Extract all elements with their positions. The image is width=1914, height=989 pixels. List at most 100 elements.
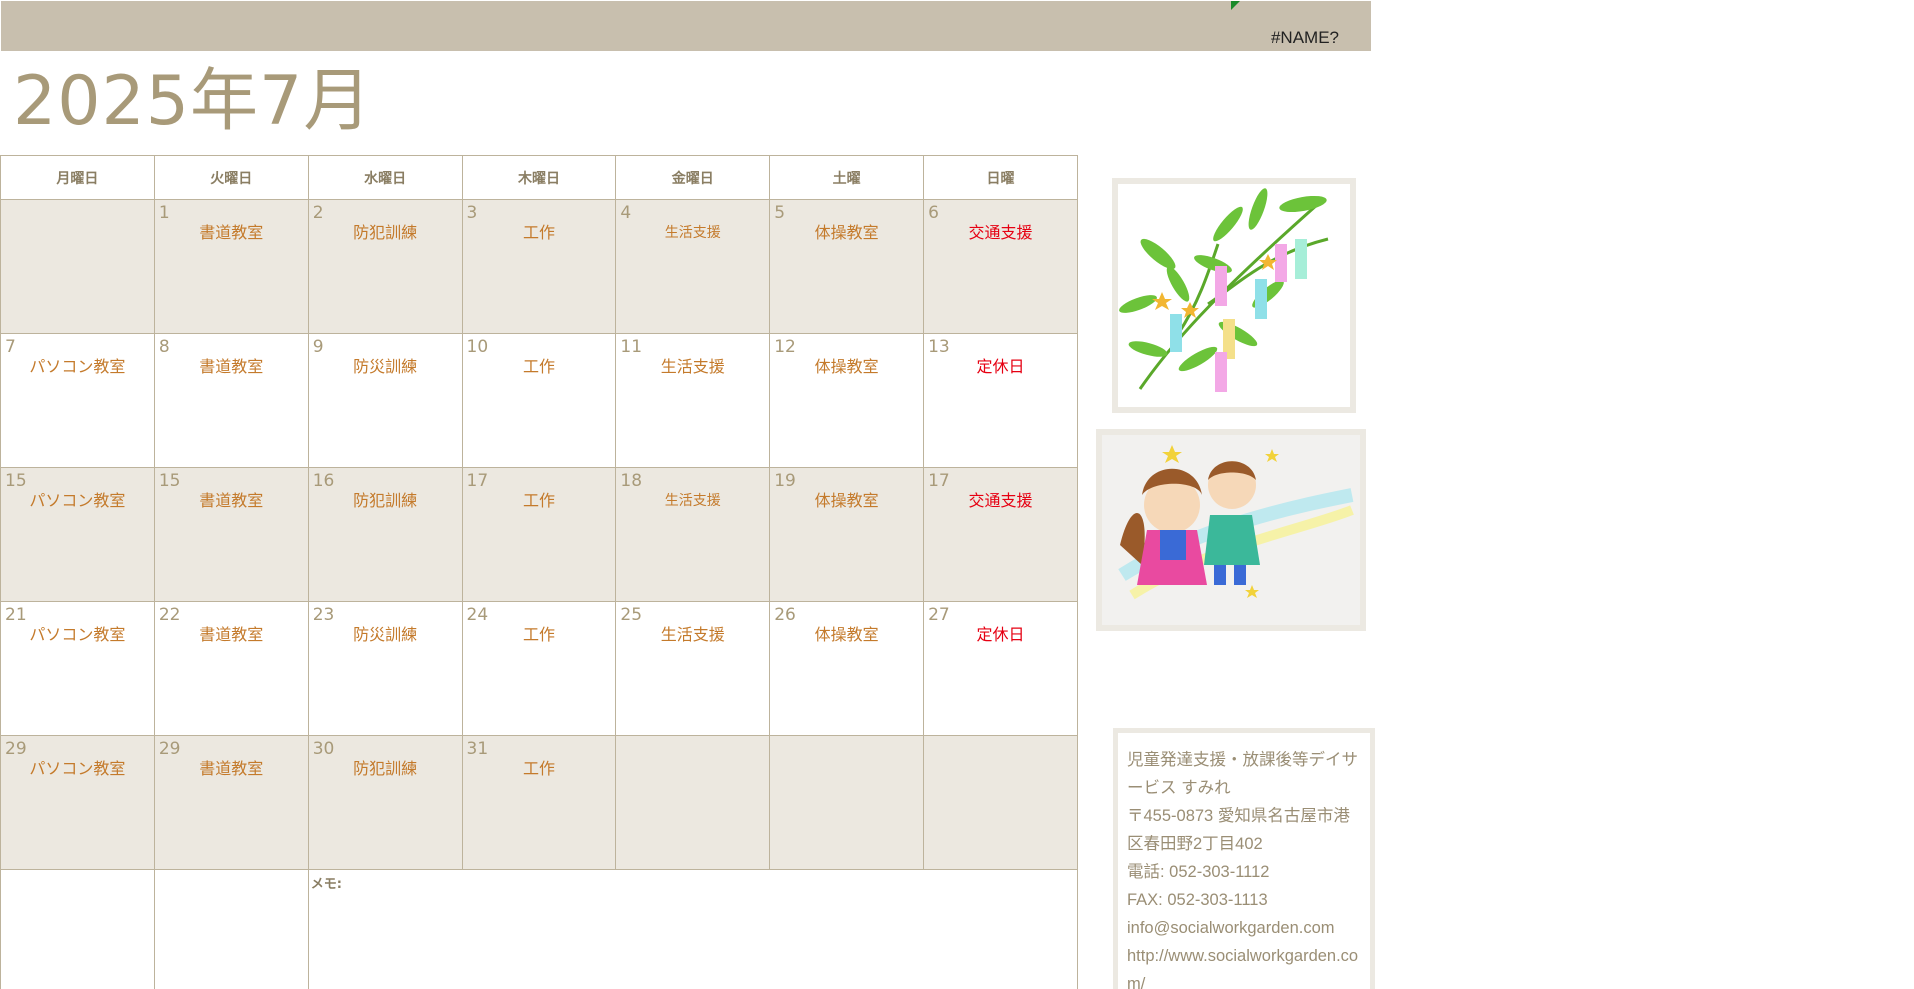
- day-cell[interactable]: 10 工作: [461, 333, 617, 468]
- event-label: 工作: [522, 759, 555, 778]
- facility-url[interactable]: http://www.socialworkgarden.com/: [1127, 942, 1364, 989]
- weekday-thu: 木曜日: [461, 155, 617, 200]
- day-number: 2: [312, 203, 324, 223]
- event-label: 工作: [522, 491, 555, 510]
- facility-email[interactable]: info@socialworkgarden.com: [1127, 914, 1364, 942]
- memo-row: メモ:: [0, 869, 1079, 989]
- day-cell[interactable]: 16 防犯訓練: [307, 467, 463, 602]
- day-cell[interactable]: 13 定休日: [923, 333, 1078, 468]
- day-cell[interactable]: 22 書道教室: [153, 601, 309, 736]
- day-cell[interactable]: 4 生活支援: [615, 199, 771, 334]
- day-cell[interactable]: 25 生活支援: [615, 601, 771, 736]
- blank-cell[interactable]: [153, 869, 309, 989]
- event-label: 生活支援: [660, 625, 725, 644]
- day-cell[interactable]: 9 防災訓練: [307, 333, 463, 468]
- day-number: 29: [5, 739, 27, 759]
- weekday-header-row: 月曜日 火曜日 水曜日 木曜日 金曜日 土曜 日曜: [0, 155, 1078, 200]
- day-cell[interactable]: 3 工作: [461, 199, 617, 334]
- day-cell[interactable]: 17 交通支援: [923, 467, 1078, 602]
- day-number: 7: [5, 337, 16, 357]
- event-label: 防犯訓練: [353, 759, 418, 778]
- event-label: 工作: [522, 625, 555, 644]
- day-cell[interactable]: 12 体操教室: [769, 333, 925, 468]
- weekday-wed: 水曜日: [307, 155, 463, 200]
- day-cell[interactable]: [769, 735, 925, 870]
- day-number: 25: [620, 605, 643, 625]
- day-number: 17: [466, 471, 489, 491]
- day-number: 19: [774, 471, 796, 491]
- event-label: 交通支援: [968, 223, 1033, 242]
- event-label: 定休日: [976, 357, 1025, 376]
- day-cell[interactable]: [0, 199, 155, 334]
- orihime-hikoboshi-image: [1096, 429, 1366, 631]
- day-cell[interactable]: 19 体操教室: [769, 467, 925, 602]
- blank-cell[interactable]: [0, 869, 155, 989]
- day-number: 10: [466, 337, 489, 357]
- day-cell[interactable]: 15 書道教室: [153, 467, 309, 602]
- day-number: [1, 200, 154, 222]
- event-label: 交通支援: [968, 491, 1033, 510]
- calendar-title: 2025年7月: [13, 62, 373, 141]
- week-row-2: 7 パソコン教室 8 書道教室 9 防災訓練 10 工作 11 生活支援 12 体操教室 1…: [0, 333, 1078, 468]
- day-cell[interactable]: 31 工作: [461, 735, 617, 870]
- day-cell[interactable]: 26 体操教室: [769, 601, 925, 736]
- day-number: 15: [5, 471, 27, 491]
- day-cell[interactable]: [615, 735, 771, 870]
- day-number: 30: [312, 739, 335, 759]
- event-label: 体操教室: [814, 625, 879, 644]
- event-label: 体操教室: [814, 357, 879, 376]
- calendar-grid: 月曜日 火曜日 水曜日 木曜日 金曜日 土曜 日曜 1 書道教室 2 防犯訓練 3 工…: [0, 155, 1079, 989]
- day-number: 16: [312, 471, 335, 491]
- event-label: 体操教室: [814, 491, 879, 510]
- weekday-sun: 日曜: [923, 155, 1078, 200]
- header-error-text[interactable]: #NAME?: [1271, 28, 1339, 48]
- day-number: 15: [158, 471, 181, 491]
- event-label: パソコン教室: [29, 491, 126, 510]
- error-flag-icon: [1231, 1, 1240, 10]
- day-cell[interactable]: 21 パソコン教室: [0, 601, 155, 736]
- weekday-fri: 金曜日: [615, 155, 771, 200]
- event-label: 工作: [522, 357, 555, 376]
- facility-fax: FAX: 052-303-1113: [1127, 891, 1268, 909]
- week-row-4: 21 パソコン教室 22 書道教室 23 防災訓練 24 工作 25 生活支援 26 体操教…: [0, 601, 1078, 736]
- day-cell[interactable]: 8 書道教室: [153, 333, 309, 468]
- event-label: 防災訓練: [353, 625, 418, 644]
- event-label: 書道教室: [199, 759, 264, 778]
- event-label: パソコン教室: [29, 759, 126, 778]
- day-cell[interactable]: 27 定休日: [923, 601, 1078, 736]
- day-cell[interactable]: 5 体操教室: [769, 199, 925, 334]
- day-number: [616, 736, 769, 758]
- day-cell[interactable]: 30 防犯訓練: [307, 735, 463, 870]
- day-number: 23: [312, 605, 335, 625]
- day-cell[interactable]: 23 防災訓練: [307, 601, 463, 736]
- day-number: 3: [466, 203, 478, 223]
- day-cell[interactable]: 2 防犯訓練: [307, 199, 463, 334]
- day-cell[interactable]: [923, 735, 1078, 870]
- event-label: パソコン教室: [29, 357, 126, 376]
- week-row-3: 15 パソコン教室 15 書道教室 16 防犯訓練 17 工作 18 生活支援 19 体操教…: [0, 467, 1078, 602]
- day-number: 18: [620, 471, 643, 491]
- week-row-5: 29 パソコン教室 29 書道教室 30 防犯訓練 31 工作: [0, 735, 1078, 870]
- event-label: パソコン教室: [29, 625, 126, 644]
- day-number: 11: [620, 337, 643, 357]
- day-cell[interactable]: 11 生活支援: [615, 333, 771, 468]
- day-number: 5: [774, 203, 786, 223]
- event-label: 定休日: [976, 625, 1025, 644]
- tanabata-bamboo-icon: [1119, 188, 1329, 392]
- memo-area[interactable]: メモ:: [307, 869, 1079, 989]
- day-cell[interactable]: 7 パソコン教室: [0, 333, 155, 468]
- day-number: 21: [5, 605, 27, 625]
- facility-address: 〒455-0873 愛知県名古屋市港区春田野2丁目402: [1127, 807, 1350, 853]
- day-cell[interactable]: 29 書道教室: [153, 735, 309, 870]
- day-number: 24: [466, 605, 489, 625]
- day-cell[interactable]: 6 交通支援: [923, 199, 1078, 334]
- day-cell[interactable]: 18 生活支援: [615, 467, 771, 602]
- day-cell[interactable]: 29 パソコン教室: [0, 735, 155, 870]
- day-cell[interactable]: 1 書道教室: [153, 199, 309, 334]
- weekday-mon: 月曜日: [0, 155, 155, 200]
- event-label: 防災訓練: [353, 357, 418, 376]
- day-cell[interactable]: 24 工作: [461, 601, 617, 736]
- facility-name: 児童発達支援・放課後等デイサービス すみれ: [1127, 751, 1358, 797]
- day-cell[interactable]: 17 工作: [461, 467, 617, 602]
- day-cell[interactable]: 15 パソコン教室: [0, 467, 155, 602]
